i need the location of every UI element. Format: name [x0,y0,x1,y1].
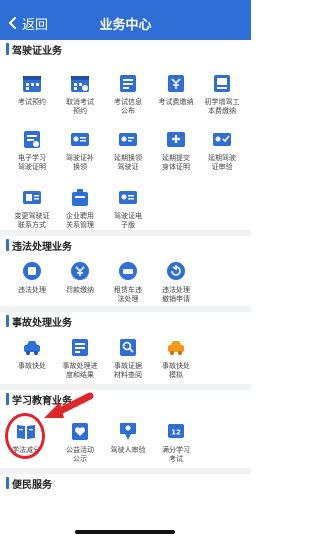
enterprise-icon [72,189,88,206]
item-license-renew[interactable]: 驾驶证补 换领 [54,128,106,172]
notice-icon [120,75,136,92]
item-e-license[interactable]: 驾驶证电 子版 [102,186,154,230]
section-title: 驾驶证业务 [12,45,62,57]
fine-icon [71,262,89,280]
calendar-icon [23,76,41,92]
section-license: 驾驶证业务 考试预约 取消考试 预约 考试信息 公布 考试费缴纳 初学增驾工 本… [0,40,251,230]
progress-icon [72,339,88,356]
section-marker [6,43,9,55]
section-header: 便民服务 [0,474,251,492]
payment-icon [168,75,184,92]
item-contact-change[interactable]: 变更驾驶证 联系方式 [6,186,58,230]
item-exam-notice[interactable]: 考试信息 公布 [102,72,154,116]
item-exam-fee[interactable]: 考试费缴纳 [150,72,202,107]
heart-icon [72,423,88,440]
section-title: 违法处理业务 [12,241,72,253]
item-cancel-booking[interactable]: 取消考试 预约 [54,72,106,116]
item-health-certificate[interactable]: 延期提交 身体证明 [150,128,202,172]
item-fine[interactable]: 罚款缴纳 [54,260,106,295]
study-certificate-icon [24,131,40,148]
license-renew-icon [71,133,89,146]
item-violation[interactable]: 违法处理 [6,260,58,295]
item-accident-progress[interactable]: 事故处理进 度和结果 [54,336,106,380]
annotation-arrow-icon [44,392,94,418]
violation-icon [23,262,41,280]
item-accident-simulate[interactable]: 事故快处 模拟 [150,336,202,380]
score-12-icon: 12 [168,424,184,438]
section-marker [6,315,9,327]
license-review-icon [213,133,231,146]
rental-violation-icon [119,262,137,280]
license-postpone-icon [119,133,137,146]
revoke-icon [167,262,185,280]
item-rental-violation[interactable]: 租赁车违 法处理 [102,260,154,304]
section-marker [6,239,9,251]
item-license-review[interactable]: 延期驾驶 证审验 [196,128,248,172]
section-violation: 违法处理业务 违法处理 罚款缴纳 租赁车违 法处理 违法处理 撤销申请 [0,236,251,306]
section-marker [6,393,9,405]
contact-change-icon [23,191,41,204]
item-accident-fast[interactable]: 事故快处 [6,336,58,371]
section-header: 违法处理业务 [0,236,251,254]
section-marker [6,477,9,489]
item-enterprise[interactable]: 企业聘用 关系管理 [54,186,106,230]
book-payment-icon [214,75,230,92]
e-license-icon [119,191,137,204]
calendar-cancel-icon [71,76,89,92]
page-title: 业务中心 [99,18,152,33]
section-convenience: 便民服务 [0,474,251,558]
section-title: 事故处理业务 [12,317,72,329]
section-header: 驾驶证业务 [0,40,251,58]
item-accident-evidence[interactable]: 事故证据 材料查阅 [102,336,154,380]
section-title: 便民服务 [12,479,52,491]
evidence-icon [120,339,136,356]
reviewer-icon [120,423,136,440]
home-indicator [75,530,175,534]
svg-text:12: 12 [171,429,181,437]
item-driver-review[interactable]: 驾驶人审验 [102,420,154,455]
item-revoke[interactable]: 违法处理 撤销申请 [150,260,202,304]
item-public-welfare[interactable]: 公益活动 公示 [54,420,106,464]
item-exam-booking[interactable]: 考试预约 [6,72,58,107]
accident-icon [24,341,40,355]
health-certificate-icon [167,132,185,147]
item-license-postpone[interactable]: 延期换领 驾驶证 [102,128,154,172]
section-accident: 事故处理业务 事故快处 事故处理进 度和结果 事故证据 材料查阅 事故快处 模拟 [0,312,251,384]
section-header: 事故处理业务 [0,312,251,330]
item-full-score-study[interactable]: 12 满分学习 考试 [150,420,202,464]
item-study-certificate[interactable]: 电子学习 驾驶证明 [6,128,58,172]
item-book-fee[interactable]: 初学增驾工 本费缴纳 [196,72,248,116]
simulate-icon [168,341,184,355]
